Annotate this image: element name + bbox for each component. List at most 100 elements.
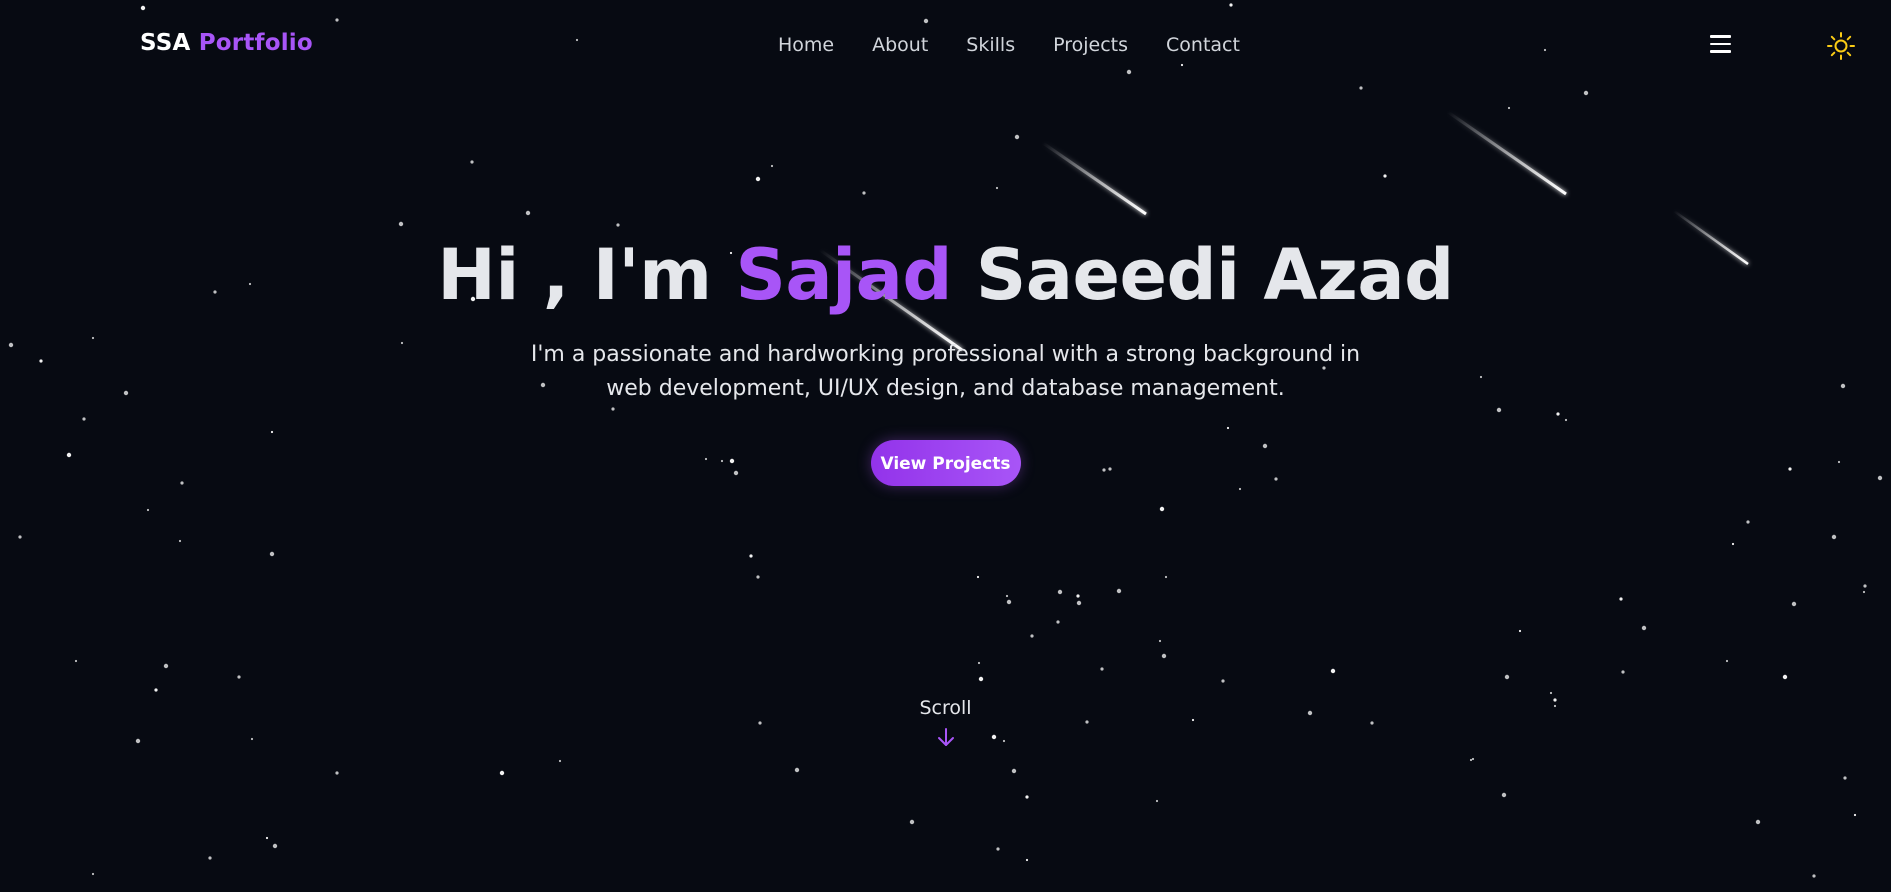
star [794, 767, 800, 773]
star [178, 539, 182, 543]
star [996, 847, 1000, 851]
star [1221, 679, 1225, 683]
hero-title: Hi , I'm Sajad Saeedi Azad [0, 230, 1891, 320]
nav-link-skills[interactable]: Skills [966, 34, 1015, 56]
star [208, 856, 212, 860]
star [1006, 599, 1012, 605]
star [1100, 667, 1104, 671]
star [74, 659, 78, 663]
star [18, 535, 22, 539]
hero-section: Hi , I'm Sajad Saeedi Azad I'm a passion… [0, 230, 1891, 486]
star [1076, 594, 1080, 598]
star [1116, 588, 1122, 594]
star [1056, 620, 1060, 624]
page: SSA Portfolio Home About Skills Projects… [0, 0, 1891, 892]
star [1863, 584, 1867, 588]
star [755, 176, 761, 182]
star [909, 819, 915, 825]
star [398, 221, 404, 227]
star [1057, 589, 1063, 595]
hero-last-name: Saeedi Azad [975, 234, 1454, 316]
star [1011, 768, 1017, 774]
star [335, 771, 339, 775]
star [1782, 674, 1788, 680]
star [995, 186, 999, 190]
star [265, 836, 269, 840]
arrow-down-icon [937, 728, 954, 746]
hero-greeting: Hi , I'm [437, 234, 712, 316]
star [1621, 670, 1625, 674]
view-projects-button[interactable]: View Projects [870, 440, 1021, 486]
nav-link-contact[interactable]: Contact [1166, 34, 1240, 56]
scroll-label: Scroll [919, 697, 972, 719]
shooting-star [1447, 110, 1567, 196]
star [1853, 813, 1857, 817]
star [1159, 506, 1165, 512]
star [1504, 674, 1510, 680]
star [1471, 757, 1475, 761]
star [1076, 600, 1082, 606]
scroll-indicator[interactable]: Scroll [0, 697, 1891, 749]
star [1161, 653, 1167, 659]
nav-link-projects[interactable]: Projects [1053, 34, 1128, 56]
star [1469, 758, 1473, 762]
star [146, 508, 150, 512]
star [1843, 776, 1847, 780]
star [756, 575, 760, 579]
nav-links: Home About Skills Projects Contact [778, 34, 1278, 56]
star [749, 554, 753, 558]
star [1507, 106, 1511, 110]
star [237, 675, 241, 679]
star [1164, 575, 1168, 579]
star [1155, 799, 1159, 803]
star [1731, 542, 1735, 546]
star [1831, 534, 1837, 540]
star [1238, 487, 1242, 491]
star [1641, 625, 1647, 631]
star [1030, 634, 1034, 638]
star [1549, 691, 1553, 695]
star [1791, 601, 1797, 607]
star [1025, 795, 1029, 799]
star [1518, 629, 1522, 633]
hero-first-name: Sajad [735, 234, 952, 316]
star [770, 164, 774, 168]
star [862, 191, 866, 195]
star [1812, 874, 1816, 878]
star [1862, 590, 1866, 594]
hero-subtitle: I'm a passionate and hardworking profess… [530, 342, 1361, 401]
star [1383, 174, 1387, 178]
nav-link-about[interactable]: About [872, 34, 928, 56]
sun-icon[interactable] [1826, 31, 1856, 61]
star [976, 575, 980, 579]
brand-part-1: SSA [140, 30, 191, 56]
star [977, 661, 981, 665]
star [499, 770, 505, 776]
star [1725, 659, 1729, 663]
star [1330, 668, 1336, 674]
star [525, 210, 531, 216]
star [1619, 597, 1623, 601]
hamburger-menu-icon[interactable] [1708, 33, 1734, 55]
star [154, 688, 158, 692]
nav-link-home[interactable]: Home [778, 34, 834, 56]
star [470, 160, 474, 164]
navbar: SSA Portfolio Home About Skills Projects… [0, 0, 1891, 92]
star [1005, 594, 1009, 598]
star [1755, 819, 1761, 825]
star [272, 843, 278, 849]
star [1025, 858, 1029, 862]
star [163, 663, 169, 669]
star [91, 872, 95, 876]
star [1746, 520, 1750, 524]
star [558, 759, 562, 763]
star [269, 551, 275, 557]
brand-logo[interactable]: SSA Portfolio [140, 30, 313, 56]
star [1014, 134, 1020, 140]
star [1501, 792, 1507, 798]
star [978, 676, 984, 682]
brand-part-2: Portfolio [198, 30, 313, 56]
shooting-star [1042, 141, 1147, 216]
star [1158, 639, 1162, 643]
star [616, 223, 620, 227]
